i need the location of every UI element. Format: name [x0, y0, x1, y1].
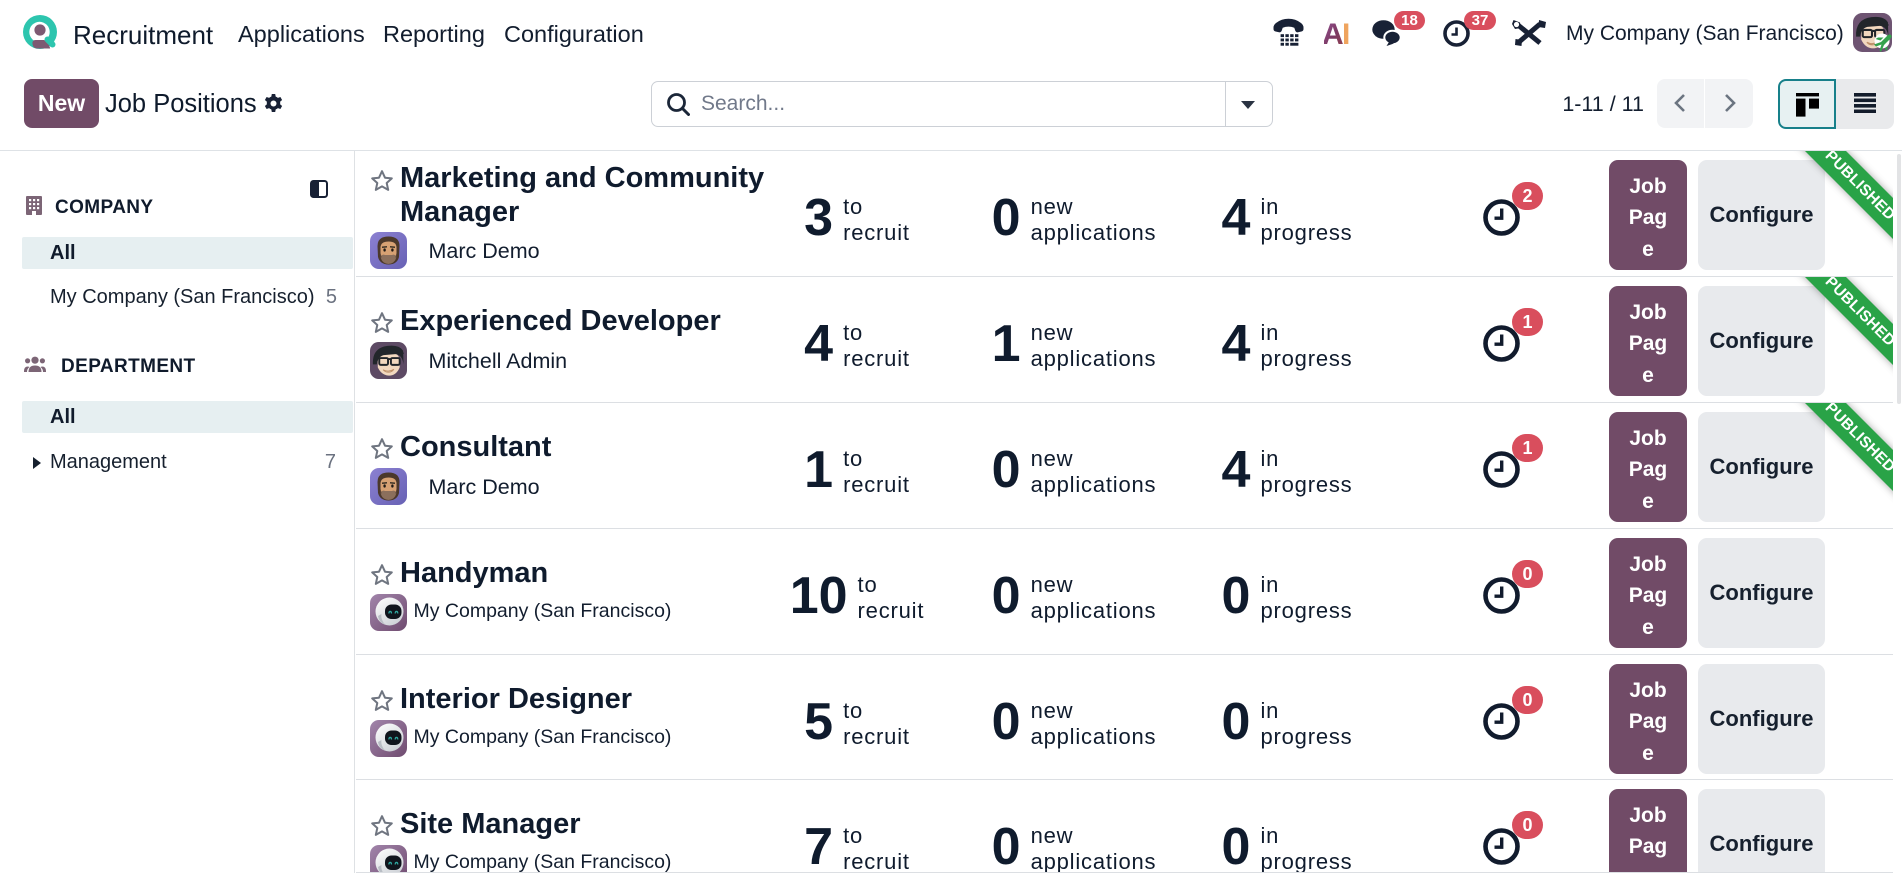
svg-text:A: A: [1324, 20, 1344, 46]
svg-text:I: I: [1342, 20, 1350, 46]
